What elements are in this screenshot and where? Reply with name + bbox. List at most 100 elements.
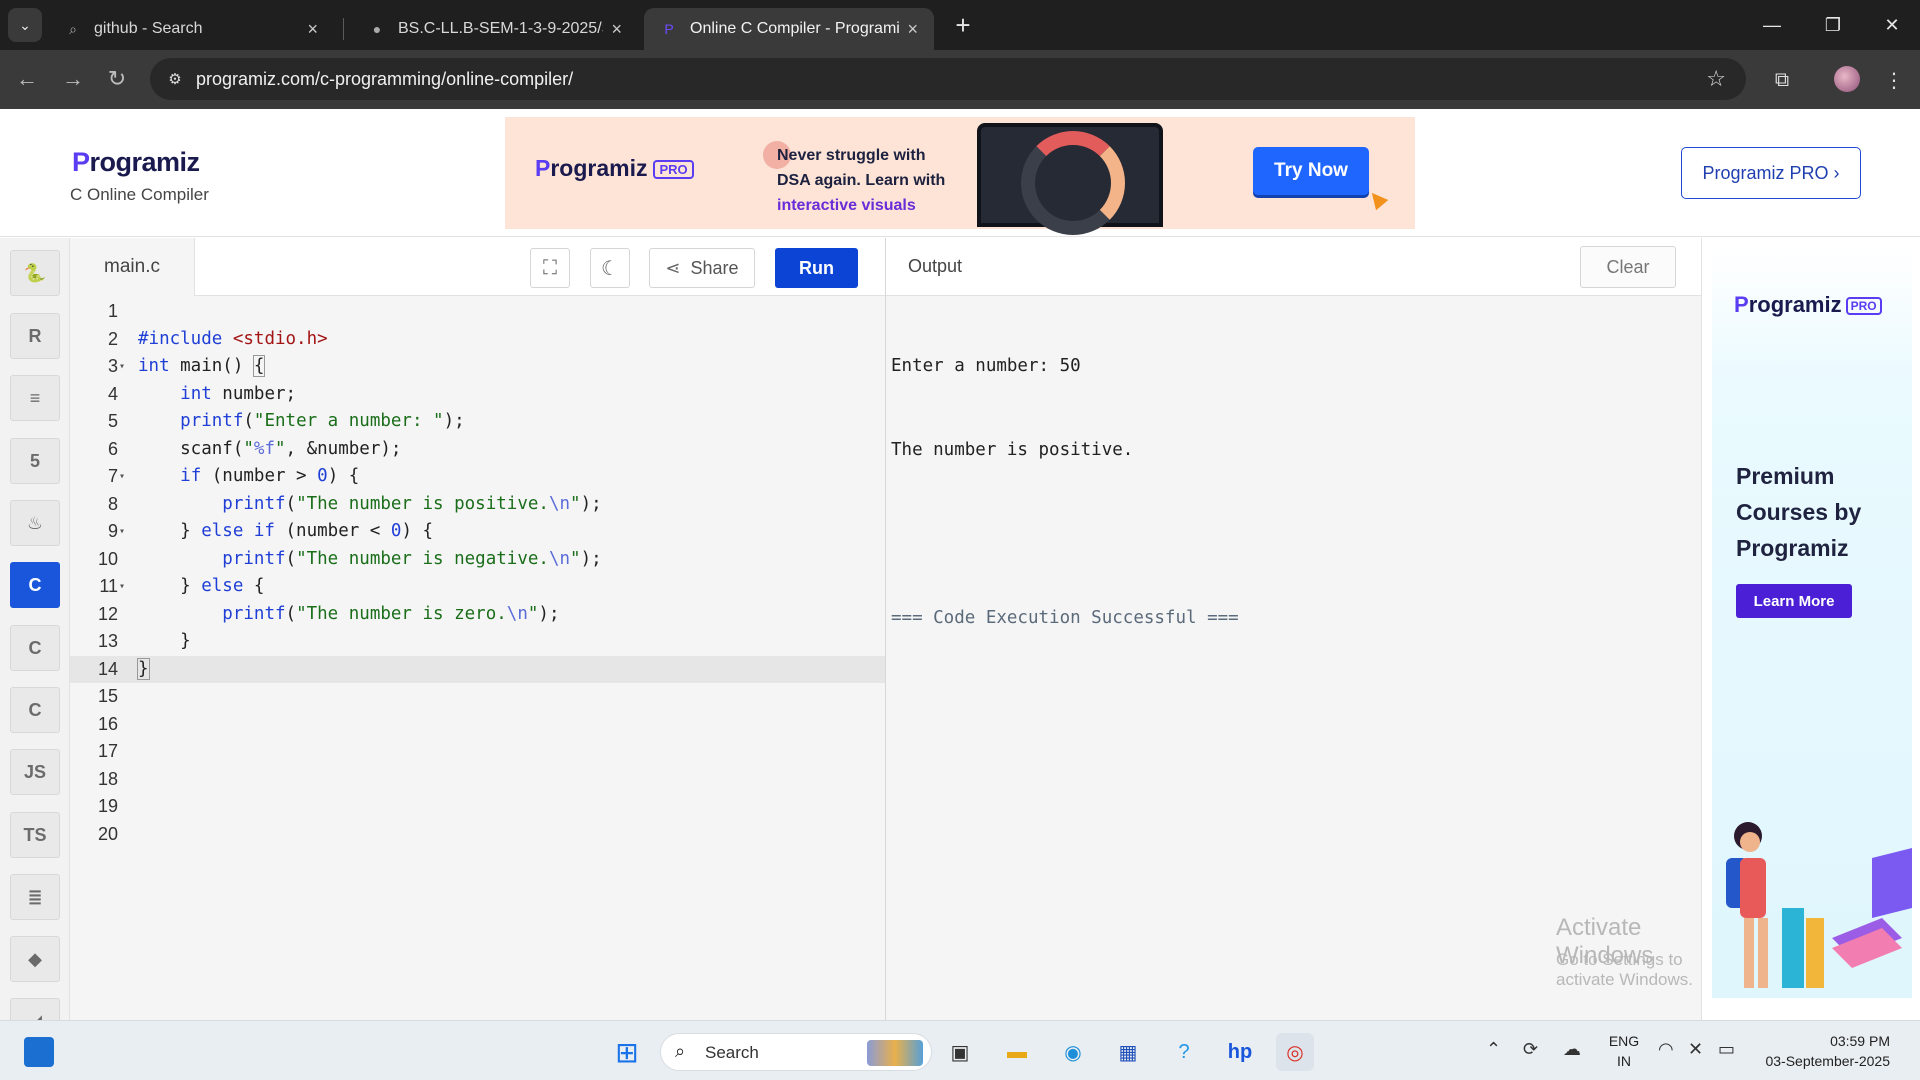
fold-arrow-icon[interactable]: ▾: [119, 518, 131, 546]
tab-search-menu-button[interactable]: ⌄: [8, 8, 42, 42]
code-text[interactable]: int number;: [138, 381, 296, 409]
code-text[interactable]: } else {: [138, 573, 264, 601]
share-button[interactable]: ⋖ Share: [649, 248, 755, 288]
clear-button[interactable]: Clear: [1580, 246, 1676, 288]
file-explorer-icon[interactable]: ▬: [998, 1033, 1036, 1071]
tab-programiz[interactable]: P Online C Compiler - Programiz ×: [644, 8, 934, 50]
code-line[interactable]: 15: [70, 683, 885, 711]
run-button[interactable]: Run: [775, 248, 858, 288]
code-line[interactable]: 10 printf("The number is negative.\n");: [70, 546, 885, 574]
url-text[interactable]: programiz.com/c-programming/online-compi…: [196, 69, 573, 90]
c-icon[interactable]: C: [10, 562, 60, 608]
output-console[interactable]: Enter a number: 50 The number is positiv…: [891, 296, 1691, 688]
tab-github-search[interactable]: ⌕ github - Search ×: [48, 8, 334, 50]
code-text[interactable]: } else if (number < 0) {: [138, 518, 433, 546]
go-icon[interactable]: ≣: [10, 874, 60, 920]
code-text[interactable]: #include <stdio.h>: [138, 326, 328, 354]
site-info-icon[interactable]: ⚙: [164, 68, 186, 90]
ad-banner[interactable]: Programiz PRO Never struggle with DSA aga…: [505, 117, 1415, 235]
close-icon[interactable]: ×: [611, 19, 622, 40]
close-icon[interactable]: ×: [307, 19, 318, 40]
code-text[interactable]: printf("The number is negative.\n");: [138, 546, 601, 574]
fold-arrow-icon[interactable]: ▾: [119, 573, 131, 601]
try-now-button[interactable]: Try Now: [1253, 147, 1369, 195]
code-text[interactable]: printf("The number is positive.\n");: [138, 491, 601, 519]
java-icon[interactable]: ♨: [10, 500, 60, 546]
code-text[interactable]: if (number > 0) {: [138, 463, 359, 491]
sync-icon[interactable]: ⟳: [1523, 1039, 1538, 1060]
extensions-icon[interactable]: ⧉: [1766, 64, 1798, 96]
code-line[interactable]: 9 ▾ } else if (number < 0) {: [70, 518, 885, 546]
address-bar[interactable]: ⚙ programiz.com/c-programming/online-com…: [150, 58, 1746, 100]
cloud-off-icon[interactable]: ☁: [1563, 1039, 1581, 1060]
widgets-icon[interactable]: [24, 1037, 54, 1067]
chrome-icon[interactable]: ◎: [1276, 1033, 1314, 1071]
code-line[interactable]: 20: [70, 821, 885, 849]
new-tab-button[interactable]: +: [948, 10, 978, 40]
ts-icon[interactable]: TS: [10, 812, 60, 858]
csharp-icon[interactable]: C: [10, 687, 60, 733]
swift-icon[interactable]: ◆: [10, 936, 60, 982]
edge-icon[interactable]: ◉: [1054, 1033, 1092, 1071]
code-line[interactable]: 8 printf("The number is positive.\n");: [70, 491, 885, 519]
programiz-pro-button[interactable]: Programiz PRO ›: [1681, 147, 1861, 199]
fold-arrow-icon[interactable]: ▾: [119, 463, 131, 491]
tab-github-repo[interactable]: ● BS.C-LL.B-SEM-1-3-9-2025/Scre ×: [352, 8, 638, 50]
show-hidden-icons-icon[interactable]: ⌃: [1486, 1039, 1501, 1060]
sql-icon[interactable]: ≡: [10, 375, 60, 421]
code-line[interactable]: 2 #include <stdio.h>: [70, 326, 885, 354]
learn-more-button[interactable]: Learn More: [1736, 584, 1852, 618]
forward-button[interactable]: →: [56, 62, 90, 96]
back-button[interactable]: ←: [10, 62, 44, 96]
task-view-icon[interactable]: ▣: [941, 1033, 979, 1071]
code-line[interactable]: 12 printf("The number is zero.\n");: [70, 601, 885, 629]
code-line[interactable]: 7 ▾ if (number > 0) {: [70, 463, 885, 491]
help-icon[interactable]: ?: [1165, 1033, 1203, 1071]
html-icon[interactable]: 5: [10, 438, 60, 484]
system-clock[interactable]: 03:59 PM 03-September-2025: [1730, 1031, 1890, 1071]
code-line[interactable]: 5 printf("Enter a number: ");: [70, 408, 885, 436]
code-line[interactable]: 18: [70, 766, 885, 794]
programiz-logo[interactable]: Programiz: [72, 147, 200, 178]
code-text[interactable]: int main() {: [138, 353, 266, 381]
dark-mode-icon[interactable]: ☾: [590, 248, 630, 288]
side-ad[interactable]: Programiz PRO Premium Courses by Programi…: [1701, 238, 1920, 1020]
code-line[interactable]: 19: [70, 793, 885, 821]
wifi-icon[interactable]: ◠: [1658, 1039, 1674, 1060]
speaker-muted-icon[interactable]: ✕: [1688, 1039, 1703, 1060]
store-icon[interactable]: ▦: [1109, 1033, 1147, 1071]
taskbar-search[interactable]: ⌕ Search: [660, 1033, 932, 1071]
code-line[interactable]: 11 ▾ } else {: [70, 573, 885, 601]
r-icon[interactable]: R: [10, 313, 60, 359]
code-text[interactable]: printf("Enter a number: ");: [138, 408, 465, 436]
windows-start-icon[interactable]: ⊞: [608, 1033, 646, 1071]
close-icon[interactable]: ×: [907, 19, 918, 40]
code-line[interactable]: 1: [70, 298, 885, 326]
rust-icon[interactable]: ◢: [10, 998, 60, 1020]
language-indicator[interactable]: ENG IN: [1606, 1031, 1642, 1071]
python-icon[interactable]: 🐍: [10, 250, 60, 296]
js-icon[interactable]: JS: [10, 749, 60, 795]
close-window-button[interactable]: ✕: [1872, 10, 1912, 40]
fold-arrow-icon[interactable]: ▾: [119, 353, 131, 381]
code-text[interactable]: scanf("%f", &number);: [138, 436, 401, 464]
reload-button[interactable]: ↻: [100, 62, 134, 96]
code-text[interactable]: }: [138, 628, 191, 656]
code-area[interactable]: 1 2 #include <stdio.h> 3 ▾ int main() {4 int …: [70, 296, 885, 1020]
cpp-icon[interactable]: C: [10, 625, 60, 671]
code-text[interactable]: }: [137, 656, 150, 684]
file-tab[interactable]: main.c: [70, 238, 195, 296]
hp-icon[interactable]: hp: [1221, 1033, 1259, 1071]
profile-avatar[interactable]: [1834, 66, 1860, 92]
minimize-button[interactable]: —: [1752, 10, 1792, 40]
code-line[interactable]: 6 scanf("%f", &number);: [70, 436, 885, 464]
code-line[interactable]: 17: [70, 738, 885, 766]
bookmark-star-icon[interactable]: ☆: [1706, 66, 1726, 92]
code-line[interactable]: 3 ▾ int main() {: [70, 353, 885, 381]
fullscreen-icon[interactable]: ⛶: [530, 248, 570, 288]
chrome-menu-icon[interactable]: ⋮: [1878, 64, 1910, 96]
code-line[interactable]: 14}: [70, 655, 885, 684]
restore-button[interactable]: ❐: [1813, 10, 1853, 40]
code-text[interactable]: printf("The number is zero.\n");: [138, 601, 559, 629]
code-line[interactable]: 13 }: [70, 628, 885, 656]
